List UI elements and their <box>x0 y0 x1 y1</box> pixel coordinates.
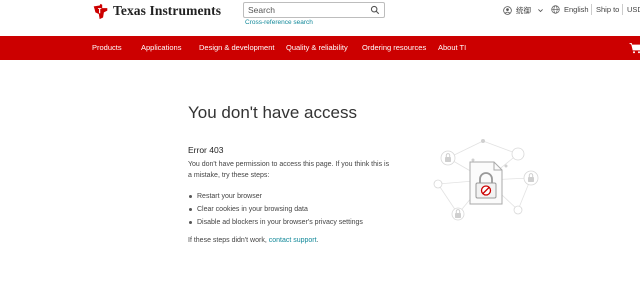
divider <box>622 4 623 15</box>
cart-icon[interactable] <box>629 42 640 54</box>
ship-to-link[interactable]: Ship to <box>596 5 619 14</box>
top-header: Texas Instruments Cross-reference search… <box>0 0 640 36</box>
nav-item-products[interactable]: Products <box>92 43 122 52</box>
troubleshooting-steps: Restart your browser Clear cookies in yo… <box>188 190 363 229</box>
main-navigation: Products Applications Design & developme… <box>0 36 640 60</box>
list-item: Disable ad blockers in your browser's pr… <box>188 216 363 229</box>
locked-file-illustration <box>433 139 539 221</box>
nav-item-ordering-resources[interactable]: Ordering resources <box>362 43 426 52</box>
nav-item-about-ti[interactable]: About TI <box>438 43 466 52</box>
currency-selector[interactable]: USD <box>627 5 640 14</box>
list-item: Clear cookies in your browsing data <box>188 203 363 216</box>
list-item: Restart your browser <box>188 190 363 203</box>
nav-item-quality-reliability[interactable]: Quality & reliability <box>286 43 348 52</box>
divider <box>591 4 592 15</box>
currency-label: USD <box>627 5 640 14</box>
contact-suffix: . <box>316 237 319 244</box>
ti-logo-icon <box>93 3 108 19</box>
search-box <box>243 2 385 18</box>
search-icon[interactable] <box>370 5 380 15</box>
ti-logo[interactable]: Texas Instruments <box>92 2 221 20</box>
globe-icon <box>551 5 560 14</box>
language-selector[interactable]: English <box>551 5 589 14</box>
nav-item-applications[interactable]: Applications <box>141 43 181 52</box>
chevron-down-icon <box>538 9 543 13</box>
brand-name: Texas Instruments <box>113 3 222 18</box>
cross-reference-search-link[interactable]: Cross-reference search <box>245 19 313 26</box>
user-menu[interactable]: 统御 <box>503 5 544 16</box>
contact-prefix: If these steps didn't work, <box>188 237 269 244</box>
page-title: You don't have access <box>188 103 357 122</box>
user-icon <box>503 6 512 15</box>
user-name: 统御 <box>516 6 531 15</box>
language-label: English <box>564 5 589 14</box>
error-code: Error 403 <box>188 145 224 155</box>
contact-support-link[interactable]: contact support <box>269 237 317 244</box>
search-input[interactable] <box>248 4 366 16</box>
nav-item-design-development[interactable]: Design & development <box>199 43 274 52</box>
ship-to-label: Ship to <box>596 5 620 14</box>
error-description: You don't have permission to access this… <box>188 161 390 179</box>
contact-line: If these steps didn't work, contact supp… <box>188 237 319 244</box>
